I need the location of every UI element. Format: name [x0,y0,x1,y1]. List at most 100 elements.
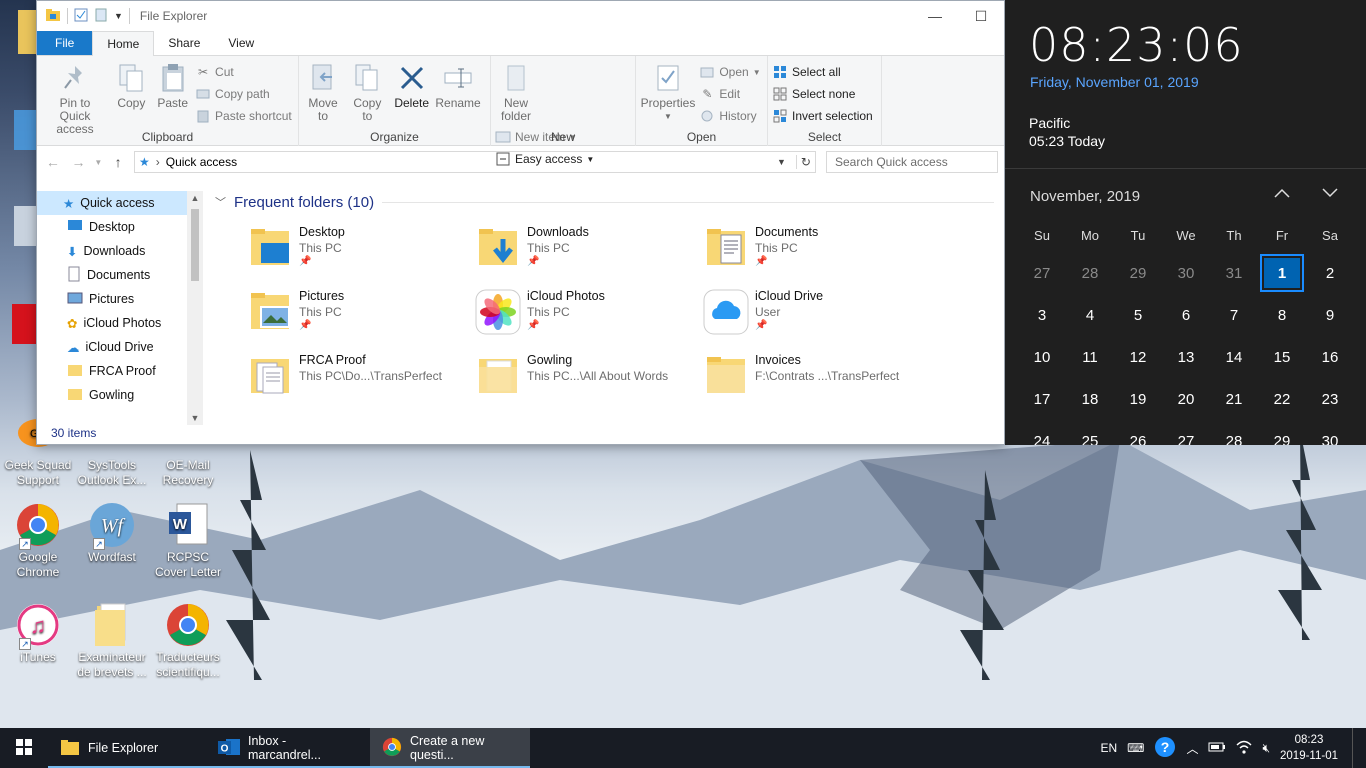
desktop-icon-partial-acrobat[interactable] [12,304,36,344]
paste-shortcut-button[interactable]: Paste shortcut [195,106,292,126]
taskbar-clock[interactable]: 08:23 2019-11-01 [1280,732,1342,764]
copy-to-button[interactable]: Copy to [346,60,388,125]
folder-desktop[interactable]: Desktop This PC 📌 [247,225,469,285]
next-month-button[interactable] [1321,186,1339,204]
maximize-button[interactable]: ☐ [958,1,1004,31]
qa-dropdown-icon[interactable]: ▼ [114,11,123,21]
frequent-folders-header[interactable]: ﹀ Frequent folders (10) [209,191,1004,213]
new-folder-qa-icon[interactable] [94,8,108,25]
nav-item-icloud-photos[interactable]: ✿iCloud Photos📌 [37,311,203,335]
calendar-day[interactable]: 23 [1306,378,1354,420]
input-language[interactable]: EN [1100,741,1117,755]
select-none-button[interactable]: Select none [772,84,873,104]
calendar-day[interactable]: 9 [1306,294,1354,336]
folder-frca-proof[interactable]: FRCA Proof This PC\Do...\TransPerfect [247,353,469,413]
desktop-icon-examinateur[interactable]: Examinateur de brevets ... [74,602,150,680]
calendar-day[interactable]: 7 [1210,294,1258,336]
calendar-month-title[interactable]: November, 2019 [1030,188,1140,205]
folder-icloud-drive[interactable]: iCloud Drive User 📌 [703,289,925,349]
calendar-day[interactable]: 27 [1162,420,1210,446]
calendar-day[interactable]: 28 [1210,420,1258,446]
nav-item-icloud-drive[interactable]: ☁iCloud Drive📌 [37,335,203,359]
desktop-icon-partial-thispc[interactable] [14,110,36,150]
up-button[interactable]: ↑ [108,151,128,173]
paste-button[interactable]: Paste [154,60,192,112]
edit-button[interactable]: ✎ Edit [699,84,760,104]
desktop-icon-partial-recycle[interactable] [14,206,36,246]
address-bar[interactable]: ★ › Quick access ▼ ↻ [133,151,816,173]
pin-to-quick-access-button[interactable]: Pin to Quick access [41,60,109,138]
tab-view[interactable]: View [214,31,268,55]
wifi-icon[interactable] [1236,740,1252,757]
desktop-icon-wordfast[interactable]: Wf ↗ Wordfast [74,502,150,565]
calendar-day[interactable]: 10 [1018,336,1066,378]
move-to-button[interactable]: Move to [303,60,343,125]
calendar-day[interactable]: 12 [1114,336,1162,378]
clock-date-link[interactable]: Friday, November 01, 2019 [1030,74,1199,90]
calendar-day[interactable]: 26 [1114,420,1162,446]
nav-item-frca-proof[interactable]: FRCA Proof [37,359,203,383]
cut-button[interactable]: ✂ Cut [195,62,292,82]
notifications-icon[interactable] [1352,728,1356,768]
forward-button[interactable]: → [69,151,89,173]
rename-button[interactable]: Rename [435,60,481,112]
taskbar-item-outlook[interactable]: O Inbox - marcandrel... [206,728,370,768]
calendar-day[interactable]: 20 [1162,378,1210,420]
search-input[interactable]: Search Quick access [825,151,998,173]
keyboard-icon[interactable]: ⌨ [1127,741,1144,755]
properties-qa-icon[interactable] [74,8,88,25]
calendar-day[interactable]: 15 [1258,336,1306,378]
calendar-day[interactable]: 2 [1306,252,1354,294]
history-button[interactable]: History [699,106,760,126]
address-dropdown-icon[interactable]: ▼ [773,157,790,167]
calendar-day[interactable]: 16 [1306,336,1354,378]
taskbar-item-chrome[interactable]: Create a new questi... [370,728,530,768]
nav-item-gowling[interactable]: Gowling [37,383,203,407]
nav-item-documents[interactable]: Documents📌 [37,263,203,287]
recent-locations-chevron-icon[interactable]: ▼ [94,151,102,173]
scroll-thumb[interactable] [191,209,199,281]
minimize-button[interactable]: — [912,1,958,31]
title-bar[interactable]: ▼ File Explorer — ☐ [37,1,1004,32]
desktop-icon-traducteurs[interactable]: Traducteurs scientifiqu... [150,602,226,680]
volume-muted-icon[interactable]: 🔇︎ [1262,741,1270,756]
folder-invoices[interactable]: Invoices F:\Contrats ...\TransPerfect [703,353,925,413]
nav-pane-scrollbar[interactable]: ▲ ▼ [187,191,203,425]
copy-button[interactable]: Copy [112,60,150,112]
folder-gowling[interactable]: Gowling This PC...\All About Words [475,353,697,413]
calendar-day[interactable]: 30 [1162,252,1210,294]
calendar-day[interactable]: 24 [1018,420,1066,446]
calendar-day-today[interactable]: 1 [1258,252,1306,294]
calendar-day[interactable]: 31 [1210,252,1258,294]
help-question-icon[interactable]: ? [1154,736,1176,761]
taskbar-item-file-explorer[interactable]: File Explorer [48,728,206,768]
desktop-icon-itunes[interactable]: ♫ ↗ iTunes [0,602,76,665]
calendar-day[interactable]: 19 [1114,378,1162,420]
desktop-icon-partial-user[interactable] [18,10,36,54]
open-button[interactable]: Open ▼ [699,62,761,82]
nav-item-quick-access[interactable]: ★ Quick access [37,191,203,215]
properties-button[interactable]: Properties ▼ [640,60,696,125]
calendar-day[interactable]: 6 [1162,294,1210,336]
calendar-day[interactable]: 8 [1258,294,1306,336]
show-hidden-icons-chevron-icon[interactable]: ︿ [1186,740,1198,757]
select-all-button[interactable]: Select all [772,62,873,82]
calendar-day[interactable]: 14 [1210,336,1258,378]
new-folder-button[interactable]: New folder [495,60,537,125]
calendar-day[interactable]: 29 [1114,252,1162,294]
tab-home[interactable]: Home [92,31,155,56]
calendar-day[interactable]: 28 [1066,252,1114,294]
desktop-icon-chrome[interactable]: ↗ Google Chrome [0,502,76,580]
calendar-day[interactable]: 11 [1066,336,1114,378]
breadcrumb[interactable]: Quick access [166,155,237,169]
calendar-day[interactable]: 3 [1018,294,1066,336]
copy-path-button[interactable]: Copy path [195,84,292,104]
calendar-day[interactable]: 22 [1258,378,1306,420]
previous-month-button[interactable] [1273,186,1291,204]
back-button[interactable]: ← [43,151,63,173]
tab-share[interactable]: Share [154,31,214,55]
calendar-day[interactable]: 18 [1066,378,1114,420]
calendar-day[interactable]: 29 [1258,420,1306,446]
folder-icloud-photos[interactable]: iCloud Photos This PC 📌 [475,289,697,349]
start-button[interactable] [0,728,48,768]
